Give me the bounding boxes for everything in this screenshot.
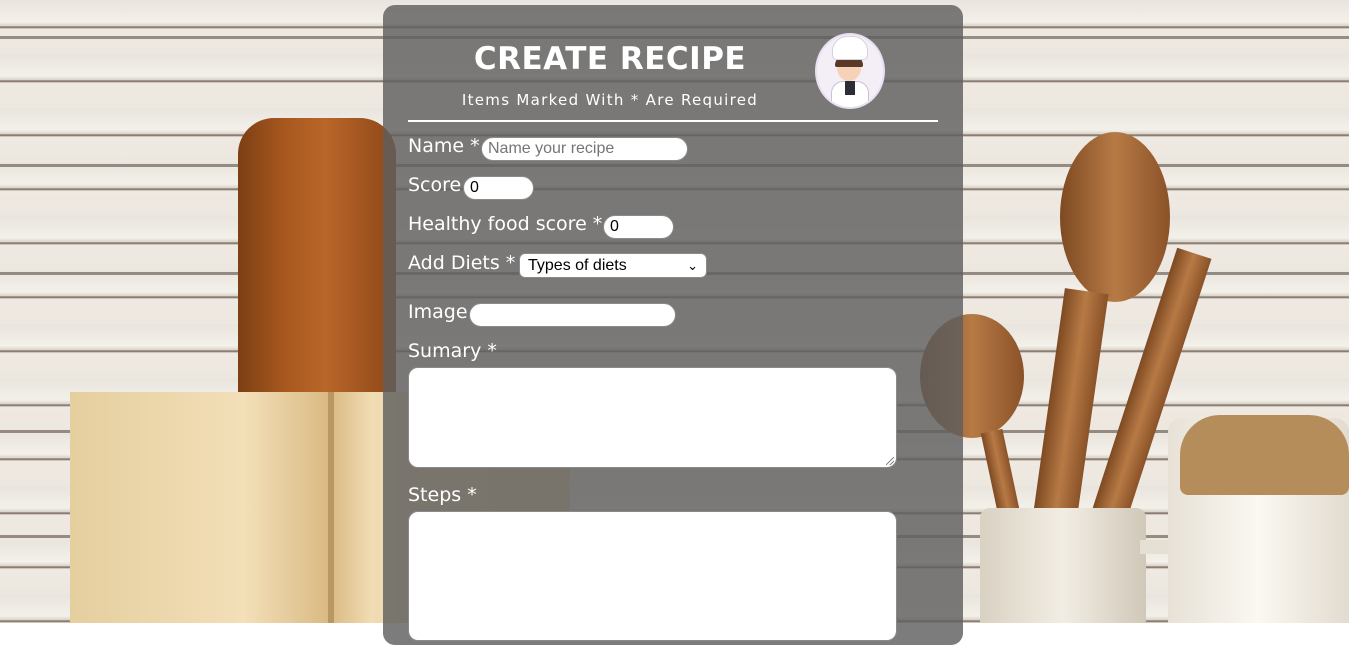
mug-image [980,508,1146,623]
diets-select-value: Types of diets [528,257,627,274]
cutting-board-image [238,118,396,418]
summary-label: Sumary * [408,340,497,362]
name-input[interactable]: Name your recipe [481,137,688,161]
create-recipe-form: CREATE RECIPE Items Marked With * Are Re… [383,5,963,645]
image-label: Image [408,301,468,323]
summary-textarea[interactable] [408,367,897,468]
diets-label: Add Diets * [408,252,516,274]
healthy-score-label: Healthy food score * [408,213,603,235]
resize-handle[interactable] [886,457,894,465]
score-input[interactable]: 0 [463,176,534,200]
score-label: Score [408,174,462,196]
divider [408,120,938,122]
chef-avatar-icon [815,33,885,109]
steps-label: Steps * [408,484,477,506]
healthy-score-input[interactable]: 0 [603,215,674,239]
page-title: CREATE RECIPE [473,41,747,77]
steps-textarea[interactable] [408,511,897,641]
diets-select[interactable]: Types of diets ⌄ [519,253,707,278]
required-note: Items Marked With * Are Required [461,91,759,109]
image-input[interactable] [469,303,676,327]
name-label: Name * [408,135,480,157]
chevron-down-icon: ⌄ [687,258,698,273]
